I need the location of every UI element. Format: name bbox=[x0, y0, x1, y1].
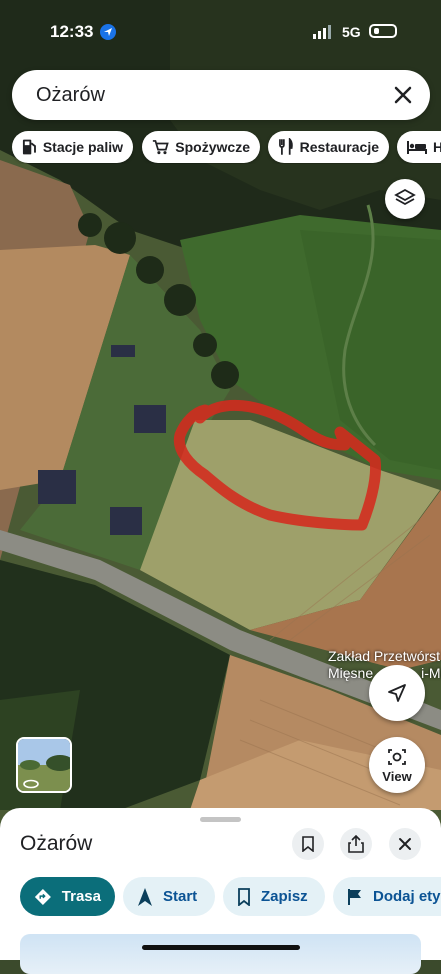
layers-button[interactable] bbox=[385, 179, 425, 219]
category-chips: Stacje paliw Spożywcze Restauracje Ho bbox=[12, 131, 441, 164]
chip-label: Stacje paliw bbox=[42, 139, 123, 155]
place-label-line1: Zakład Przetwórst bbox=[328, 648, 441, 664]
directions-label: Trasa bbox=[61, 888, 101, 905]
save-bookmark-button[interactable] bbox=[292, 828, 324, 860]
save-button[interactable]: Zapisz bbox=[223, 877, 325, 916]
start-label: Start bbox=[163, 888, 198, 905]
layers-icon bbox=[394, 188, 416, 206]
place-label-line2-tail: i-Ma bbox=[421, 665, 441, 681]
save-label: Zapisz bbox=[261, 888, 308, 905]
bookmark-icon bbox=[238, 887, 250, 906]
photo-preview[interactable] bbox=[20, 934, 421, 974]
chip-restaurants[interactable]: Restauracje bbox=[268, 131, 389, 163]
network-type: 5G bbox=[342, 24, 361, 40]
directions-button[interactable]: Trasa bbox=[20, 877, 115, 916]
clock: 12:33 bbox=[50, 22, 94, 41]
sheet-drag-handle[interactable] bbox=[200, 817, 241, 822]
share-icon bbox=[348, 835, 364, 853]
navigation-arrow-icon bbox=[388, 684, 406, 702]
my-location-button[interactable] bbox=[369, 665, 425, 721]
rotate-360-icon bbox=[23, 779, 39, 789]
place-label-line2: Mięsne bbox=[328, 665, 374, 681]
add-label-button[interactable]: Dodaj etyk bbox=[333, 877, 441, 916]
street-view-thumbnail[interactable] bbox=[16, 737, 72, 793]
cellular-signal-icon bbox=[313, 25, 331, 39]
battery-icon bbox=[369, 24, 397, 38]
bed-icon bbox=[407, 141, 427, 154]
chip-fuel[interactable]: Stacje paliw bbox=[12, 131, 133, 163]
status-bar: 12:33 5G bbox=[0, 0, 441, 60]
search-bar[interactable]: Ożarów bbox=[12, 70, 430, 120]
street-view-icon bbox=[388, 748, 406, 765]
action-buttons: Trasa Start Zapisz Dodaj etyk bbox=[0, 877, 441, 917]
chip-hotels[interactable]: Ho bbox=[397, 131, 441, 163]
cart-icon bbox=[152, 140, 169, 155]
fork-knife-icon bbox=[279, 138, 293, 155]
search-input[interactable]: Ożarów bbox=[36, 84, 105, 107]
chip-label: Restauracje bbox=[299, 139, 379, 155]
location-arrow-icon bbox=[100, 24, 116, 40]
bookmark-icon bbox=[302, 836, 314, 852]
close-sheet-button[interactable] bbox=[389, 828, 421, 860]
fuel-icon bbox=[22, 139, 36, 155]
chip-label: Spożywcze bbox=[175, 139, 250, 155]
start-button[interactable]: Start bbox=[123, 877, 215, 916]
place-title: Ożarów bbox=[20, 832, 93, 855]
close-icon[interactable] bbox=[390, 82, 416, 108]
add-label-label: Dodaj etyk bbox=[373, 888, 441, 905]
share-button[interactable] bbox=[340, 828, 372, 860]
chip-label: Ho bbox=[433, 139, 441, 155]
chip-groceries[interactable]: Spożywcze bbox=[142, 131, 260, 163]
close-icon bbox=[399, 838, 411, 850]
home-indicator[interactable] bbox=[142, 945, 300, 950]
directions-icon bbox=[34, 888, 51, 905]
view-label: View bbox=[382, 768, 412, 784]
flag-icon bbox=[348, 888, 361, 905]
view-button[interactable]: View bbox=[369, 737, 425, 793]
place-sheet[interactable]: Ożarów Trasa Start Zapisz Dodaj etyk bbox=[0, 808, 441, 974]
navigation-arrow-icon bbox=[138, 887, 152, 906]
